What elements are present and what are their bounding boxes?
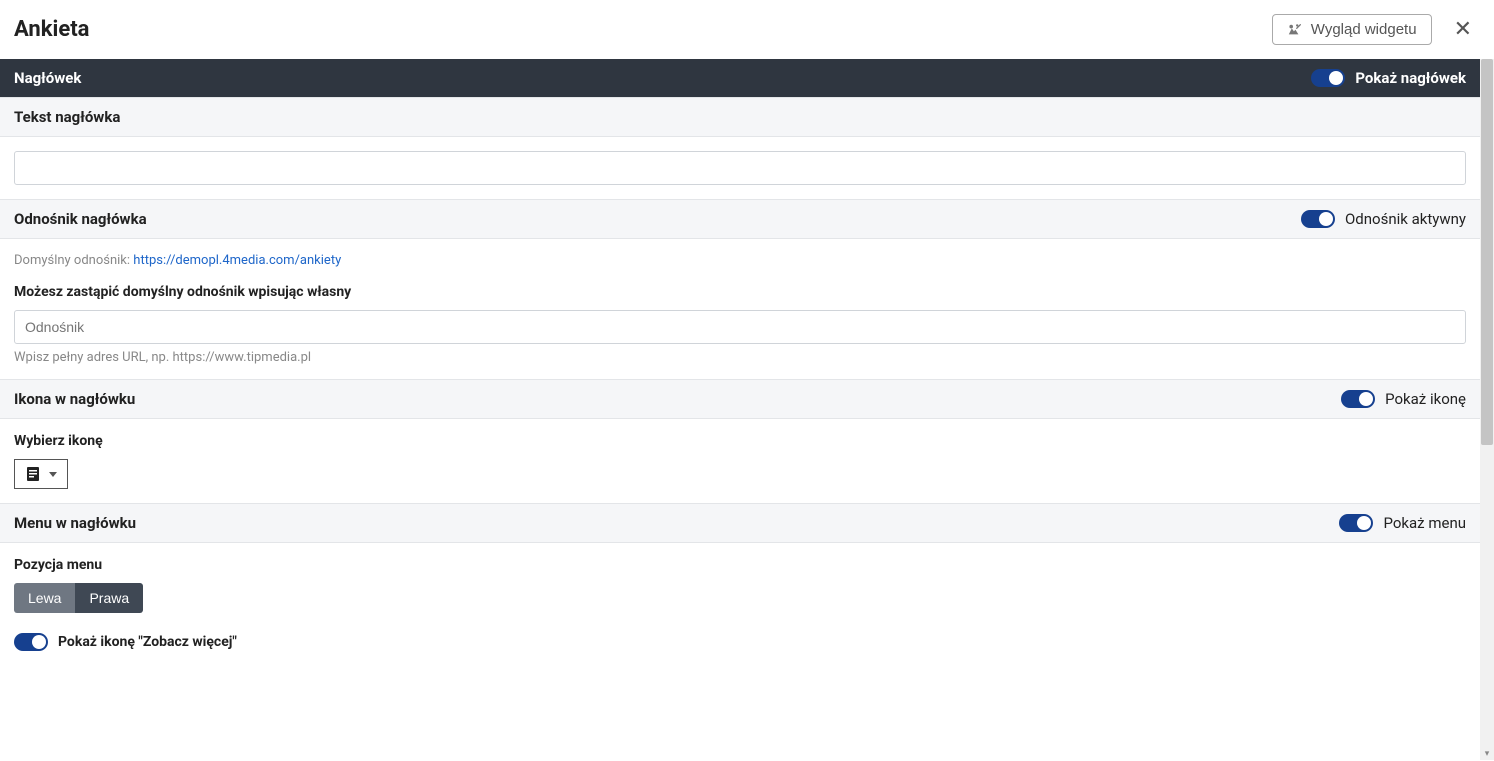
show-more-icon-row: Pokaż ikonę "Zobacz więcej" bbox=[14, 633, 1466, 651]
section-header-odnosnik: Odnośnik nagłówka Odnośnik aktywny bbox=[0, 199, 1480, 239]
palette-icon bbox=[1287, 22, 1303, 38]
section-title: Menu w nagłówku bbox=[14, 514, 136, 532]
close-icon[interactable]: ✕ bbox=[1450, 17, 1476, 42]
scroll-down-arrow-icon[interactable]: ▾ bbox=[1480, 749, 1494, 759]
link-input[interactable] bbox=[14, 310, 1466, 344]
toggle-label: Pokaż ikonę bbox=[1385, 390, 1466, 408]
scrollbar-thumb[interactable] bbox=[1481, 59, 1493, 445]
tekst-naglowka-body bbox=[0, 137, 1480, 199]
section-header-ikona: Ikona w nagłówku Pokaż ikonę bbox=[0, 379, 1480, 419]
toggle-label: Pokaż ikonę "Zobacz więcej" bbox=[58, 634, 237, 650]
icon-picker[interactable] bbox=[14, 459, 68, 489]
link-input-hint: Wpisz pełny adres URL, np. https://www.t… bbox=[14, 350, 1466, 365]
odnosnik-body: Domyślny odnośnik: https://demopl.4media… bbox=[0, 239, 1480, 379]
toggle-show-menu[interactable]: Pokaż menu bbox=[1339, 514, 1466, 532]
default-link-line: Domyślny odnośnik: https://demopl.4media… bbox=[14, 253, 1466, 268]
toggle-switch-icon bbox=[14, 633, 48, 651]
menu-body: Pozycja menu Lewa Prawa Pokaż ikonę "Zob… bbox=[0, 543, 1480, 665]
menu-position-segmented: Lewa Prawa bbox=[14, 583, 143, 613]
section-header-menu: Menu w nagłówku Pokaż menu bbox=[0, 503, 1480, 543]
default-link-url[interactable]: https://demopl.4media.com/ankiety bbox=[133, 253, 341, 268]
default-link-label: Domyślny odnośnik: bbox=[14, 253, 130, 268]
section-header-naglowek: Nagłówek Pokaż nagłówek bbox=[0, 59, 1480, 97]
menu-position-left[interactable]: Lewa bbox=[14, 583, 75, 613]
choose-icon-label: Wybierz ikonę bbox=[14, 433, 1466, 449]
header-text-input[interactable] bbox=[14, 151, 1466, 185]
header-actions: Wygląd widgetu ✕ bbox=[1272, 14, 1476, 45]
document-icon bbox=[25, 466, 41, 482]
content: Nagłówek Pokaż nagłówek Tekst nagłówka O… bbox=[0, 59, 1480, 665]
toggle-label: Pokaż menu bbox=[1383, 514, 1466, 532]
vertical-scrollbar[interactable]: ▾ bbox=[1480, 59, 1494, 760]
toggle-show-header[interactable]: Pokaż nagłówek bbox=[1311, 69, 1466, 87]
section-title: Ikona w nagłówku bbox=[14, 390, 135, 408]
replace-link-label: Możesz zastąpić domyślny odnośnik wpisuj… bbox=[14, 284, 1466, 300]
toggle-show-icon[interactable]: Pokaż ikonę bbox=[1341, 390, 1466, 408]
toggle-label: Pokaż nagłówek bbox=[1355, 69, 1466, 87]
chevron-down-icon bbox=[49, 472, 57, 477]
dialog-header: Ankieta Wygląd widgetu ✕ bbox=[0, 0, 1494, 59]
appearance-button-label: Wygląd widgetu bbox=[1311, 21, 1417, 38]
toggle-switch-icon bbox=[1311, 69, 1345, 87]
toggle-link-active[interactable]: Odnośnik aktywny bbox=[1301, 210, 1466, 228]
ikona-body: Wybierz ikonę bbox=[0, 419, 1480, 503]
toggle-switch-icon bbox=[1301, 210, 1335, 228]
toggle-show-more-icon[interactable]: Pokaż ikonę "Zobacz więcej" bbox=[14, 633, 237, 651]
menu-position-label: Pozycja menu bbox=[14, 557, 1466, 573]
menu-position-right[interactable]: Prawa bbox=[75, 583, 143, 613]
appearance-button[interactable]: Wygląd widgetu bbox=[1272, 14, 1432, 45]
section-title: Odnośnik nagłówka bbox=[14, 210, 147, 228]
section-header-tekst: Tekst nagłówka bbox=[0, 97, 1480, 137]
page-title: Ankieta bbox=[14, 17, 89, 42]
toggle-switch-icon bbox=[1339, 514, 1373, 532]
section-title: Nagłówek bbox=[14, 69, 81, 87]
scroll-area: Nagłówek Pokaż nagłówek Tekst nagłówka O… bbox=[0, 59, 1494, 760]
section-title: Tekst nagłówka bbox=[14, 108, 120, 126]
toggle-switch-icon bbox=[1341, 390, 1375, 408]
toggle-label: Odnośnik aktywny bbox=[1345, 210, 1466, 228]
